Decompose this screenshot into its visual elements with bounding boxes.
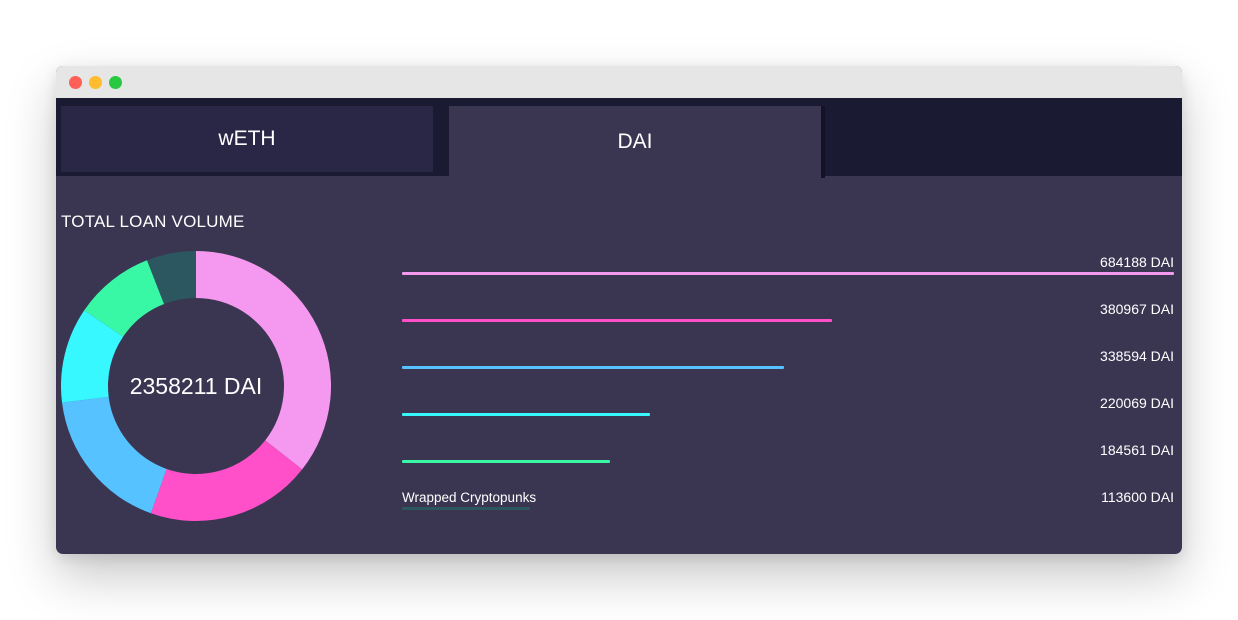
- bar-value-label: 338594 DAI: [1100, 348, 1174, 364]
- window-titlebar: [56, 66, 1182, 98]
- bar-value-label: 220069 DAI: [1100, 395, 1174, 411]
- loan-volume-donut-chart: [61, 251, 331, 521]
- bar-row: Wrapped Cryptopunks 113600 DAI: [402, 481, 1174, 521]
- bar-category-label: Wrapped Cryptopunks: [402, 490, 537, 505]
- donut-segment: [62, 396, 167, 514]
- tab-weth-label: wETH: [218, 127, 276, 150]
- tab-dai-label: DAI: [617, 130, 653, 153]
- bar-row: 380967 DAI: [402, 293, 1174, 333]
- bar-fill: [402, 272, 1174, 275]
- donut-segment: [150, 440, 303, 521]
- bar-value-label: 113600 DAI: [1101, 489, 1174, 505]
- tab-divider: [821, 106, 825, 178]
- donut-segment: [196, 251, 331, 470]
- close-window-button[interactable]: [69, 76, 82, 89]
- bar-value-label: 380967 DAI: [1100, 301, 1174, 317]
- bar-row: 338594 DAI: [402, 340, 1174, 380]
- bar-value-label: 184561 DAI: [1100, 442, 1174, 458]
- section-title: TOTAL LOAN VOLUME: [61, 212, 245, 231]
- minimize-window-button[interactable]: [89, 76, 102, 89]
- bar-fill: [402, 366, 784, 369]
- bar-fill: [402, 460, 610, 463]
- bar-row: 184561 DAI: [402, 434, 1174, 474]
- tab-dai[interactable]: DAI: [449, 106, 821, 178]
- maximize-window-button[interactable]: [109, 76, 122, 89]
- bar-row: 220069 DAI: [402, 387, 1174, 427]
- bar-row: 684188 DAI: [402, 246, 1174, 286]
- bar-fill: [402, 507, 530, 510]
- bar-fill: [402, 319, 832, 322]
- tab-bar: wETH DAI: [56, 98, 1182, 178]
- app-window: wETH DAI TOTAL LOAN VOLUME 2358211 DAI 6…: [56, 66, 1182, 554]
- tab-weth[interactable]: wETH: [61, 106, 433, 172]
- bar-value-label: 684188 DAI: [1100, 254, 1174, 270]
- bar-fill: [402, 413, 650, 416]
